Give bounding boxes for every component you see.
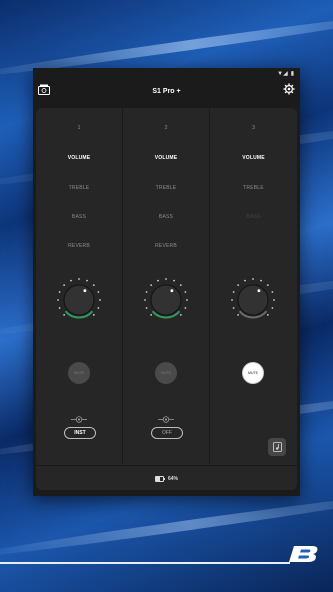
channel-number: 3 <box>251 125 256 131</box>
tab-bass: BASS <box>246 214 261 220</box>
volume-knob[interactable] <box>142 276 190 324</box>
knob-tick <box>86 279 88 282</box>
tab-bass[interactable]: BASS <box>123 214 209 220</box>
tab-reverb[interactable]: REVERB <box>36 243 122 249</box>
knob-body <box>237 284 269 316</box>
tab-treble[interactable]: TREBLE <box>36 185 122 191</box>
battery-icon <box>154 475 165 482</box>
knob-tick <box>244 279 246 282</box>
knob-tick <box>150 284 153 287</box>
knob-tick <box>266 313 269 316</box>
signal-icon: ▼◢ <box>277 70 288 77</box>
knob-tick <box>260 279 262 282</box>
background-streak <box>0 488 333 562</box>
status-bar: ▼◢ ▮ <box>33 68 300 78</box>
knob-tick <box>273 299 275 301</box>
app-header: S1 Pro + <box>33 78 300 104</box>
mixer-panel: 1 VOLUME TREBLE BASS REVERB MUTE INST 2 … <box>36 108 297 490</box>
knob-graphic <box>57 278 101 319</box>
battery-status-icon: ▮ <box>290 70 294 77</box>
knob-tick <box>271 291 274 293</box>
knob-tick <box>165 278 167 280</box>
knob-tick <box>63 284 66 287</box>
knob-indicator <box>170 289 174 293</box>
gear-icon[interactable] <box>283 83 295 95</box>
knob-tick <box>144 299 146 301</box>
mute-button[interactable]: MUTE <box>68 362 90 384</box>
app-window: ▼◢ ▮ S1 Pro + 1 VOLUME TREBLE BASS REVER… <box>33 68 300 496</box>
knob-tick <box>266 284 269 287</box>
knob-tick <box>70 279 72 282</box>
tone-match-icon <box>71 416 87 423</box>
knob-tick <box>184 307 187 309</box>
aux-icon <box>272 442 282 452</box>
knob-tick <box>237 313 240 316</box>
knob-tick <box>99 299 101 301</box>
tab-volume[interactable]: VOLUME <box>36 155 122 161</box>
speaker-device-icon[interactable] <box>38 84 50 95</box>
knob-tick <box>58 307 61 309</box>
mute-button[interactable]: MUTE <box>155 362 177 384</box>
knob-indicator <box>257 289 261 293</box>
channel-3-strip: 3 VOLUME TREBLE BASS MUTE <box>210 108 297 464</box>
knob-body <box>63 284 95 316</box>
knob-tick <box>252 278 254 280</box>
channel-1-strip: 1 VOLUME TREBLE BASS REVERB MUTE INST <box>36 108 123 464</box>
knob-tick <box>92 284 95 287</box>
knob-tick <box>186 299 188 301</box>
channel-number: 1 <box>77 125 81 131</box>
knob-tick <box>145 291 148 293</box>
knob-tick <box>97 291 100 293</box>
knob-tick <box>232 291 235 293</box>
knob-tick <box>57 299 59 301</box>
footer-bar: 64% <box>36 465 297 490</box>
knob-graphic <box>144 278 188 319</box>
bose-b-logo <box>289 546 318 562</box>
volume-knob[interactable] <box>229 276 277 324</box>
knob-tick <box>179 313 182 316</box>
tab-volume[interactable]: VOLUME <box>210 155 297 161</box>
knob-tick <box>173 279 175 282</box>
knob-graphic <box>231 278 275 319</box>
tonematch-mode-button[interactable]: OFF <box>151 427 183 439</box>
knob-tick <box>184 291 187 293</box>
battery-level: 64% <box>167 475 178 482</box>
tab-treble[interactable]: TREBLE <box>210 185 297 191</box>
tab-bass[interactable]: BASS <box>36 214 122 220</box>
knob-tick <box>237 284 240 287</box>
tonematch-mode-button[interactable]: INST <box>64 427 96 439</box>
tab-reverb[interactable]: REVERB <box>123 243 209 249</box>
knob-tick <box>271 307 274 309</box>
knob-tick <box>231 299 233 301</box>
channel-number: 2 <box>164 125 168 131</box>
knob-body <box>150 284 182 316</box>
brand-divider <box>0 562 290 564</box>
knob-tick <box>63 313 66 316</box>
knob-tick <box>97 307 100 309</box>
knob-tick <box>157 279 159 282</box>
knob-tick <box>78 278 80 280</box>
knob-tick <box>232 307 235 309</box>
volume-knob[interactable] <box>55 276 103 324</box>
knob-tick <box>92 313 95 316</box>
mute-button[interactable]: MUTE <box>242 362 264 384</box>
aux-input-button[interactable] <box>268 438 286 456</box>
knob-indicator <box>83 289 87 293</box>
knob-tick <box>150 313 153 316</box>
knob-tick <box>58 291 61 293</box>
tab-volume[interactable]: VOLUME <box>123 155 209 161</box>
tone-match-icon <box>158 416 174 423</box>
tab-treble[interactable]: TREBLE <box>123 185 209 191</box>
knob-tick <box>179 284 182 287</box>
page-title: S1 Pro + <box>152 87 181 95</box>
channel-2-strip: 2 VOLUME TREBLE BASS REVERB MUTE OFF <box>123 108 210 464</box>
knob-tick <box>145 307 148 309</box>
